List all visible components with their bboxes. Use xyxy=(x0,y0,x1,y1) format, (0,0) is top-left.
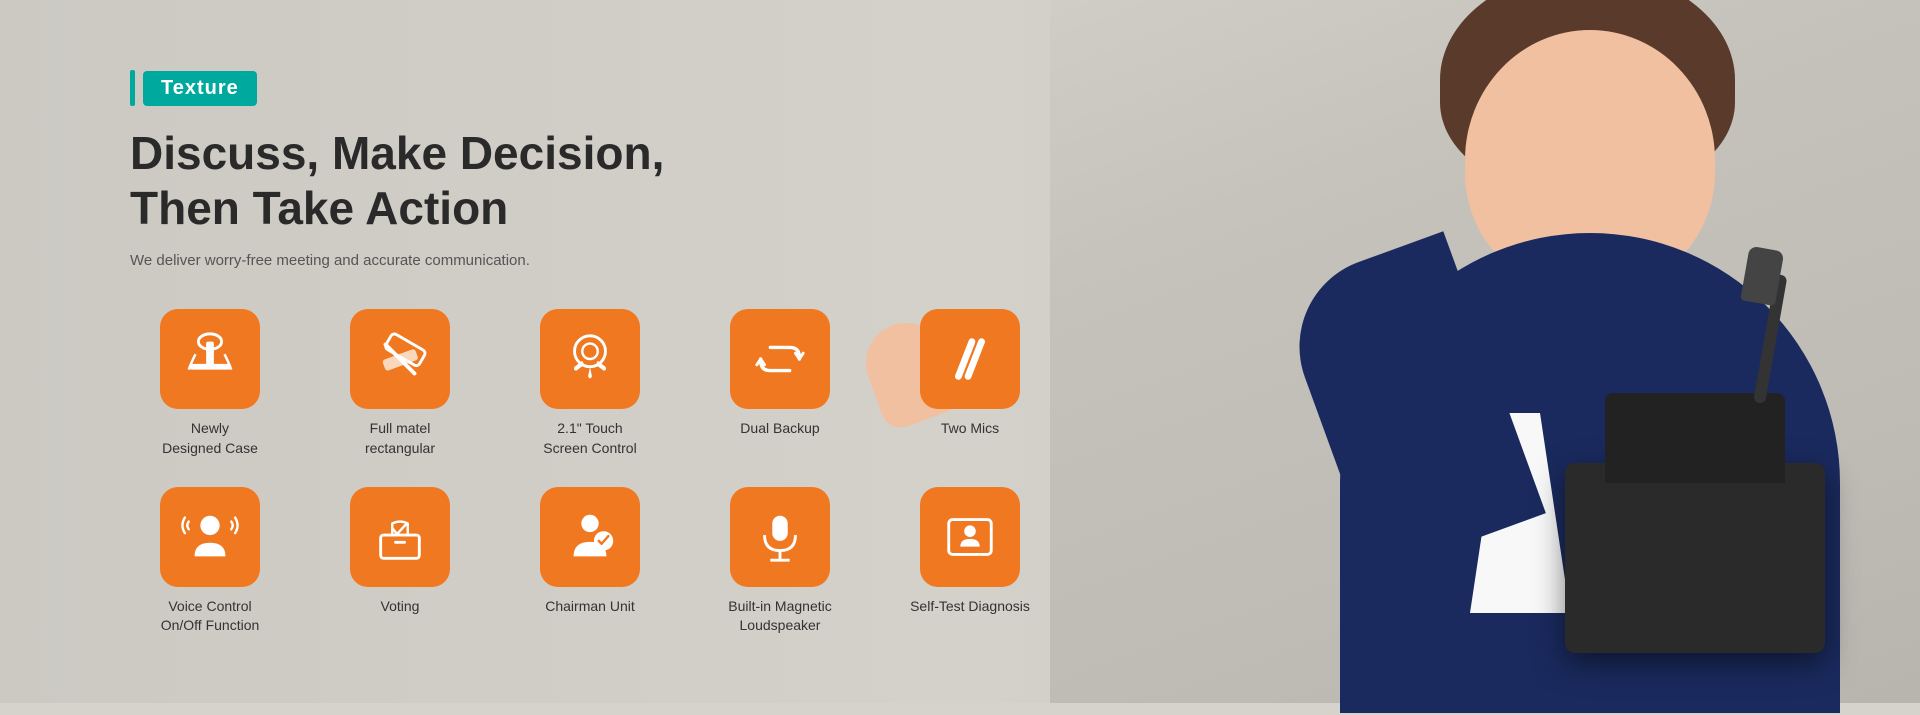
two-mics-label: Two Mics xyxy=(941,419,999,439)
voice-svg-icon xyxy=(181,508,239,566)
voice-control-icon xyxy=(160,487,260,587)
headline-line2: Then Take Action xyxy=(130,181,1080,236)
feature-built-in-speaker: Built-in MagneticLoudspeaker xyxy=(700,487,860,636)
newly-designed-case-icon xyxy=(160,309,260,409)
voice-control-label: Voice ControlOn/Off Function xyxy=(161,597,260,636)
voting-label: Voting xyxy=(381,597,420,617)
texture-bar-accent xyxy=(130,70,135,106)
feature-voice-control: Voice ControlOn/Off Function xyxy=(130,487,290,636)
mics-svg-icon xyxy=(941,330,999,388)
feature-full-matel: Full matelrectangular xyxy=(320,309,480,458)
built-in-speaker-label: Built-in MagneticLoudspeaker xyxy=(728,597,832,636)
two-mics-icon xyxy=(920,309,1020,409)
texture-label: Texture xyxy=(143,71,257,106)
chairman-unit-icon xyxy=(540,487,640,587)
touch-screen-icon xyxy=(540,309,640,409)
voting-svg-icon xyxy=(371,508,429,566)
self-test-icon xyxy=(920,487,1020,587)
hero-subtext: We deliver worry-free meeting and accura… xyxy=(130,252,1080,269)
feature-voting: Voting xyxy=(320,487,480,636)
dual-backup-label: Dual Backup xyxy=(740,419,819,439)
speaker-svg-icon xyxy=(751,508,809,566)
built-in-speaker-icon xyxy=(730,487,830,587)
chairman-unit-label: Chairman Unit xyxy=(545,597,634,617)
touch-svg-icon xyxy=(561,330,619,388)
headline-line1: Discuss, Make Decision, xyxy=(130,126,1080,181)
matel-svg-icon xyxy=(371,330,429,388)
hero-image-area xyxy=(1050,0,1920,703)
feature-two-mics: Two Mics xyxy=(890,309,1050,458)
dual-backup-icon xyxy=(730,309,830,409)
touch-screen-label: 2.1" TouchScreen Control xyxy=(543,419,636,458)
self-test-label: Self-Test Diagnosis xyxy=(910,597,1030,617)
chairman-svg-icon xyxy=(561,508,619,566)
feature-dual-backup: Dual Backup xyxy=(700,309,860,458)
main-content: Texture Discuss, Make Decision, Then Tak… xyxy=(130,70,1080,636)
feature-chairman-unit: Chairman Unit xyxy=(510,487,670,636)
full-matel-label: Full matelrectangular xyxy=(365,419,435,458)
texture-badge: Texture xyxy=(130,70,257,106)
case-svg-icon xyxy=(181,330,239,388)
hero-headline: Discuss, Make Decision, Then Take Action xyxy=(130,126,1080,236)
held-device-top xyxy=(1605,393,1785,483)
selftest-svg-icon xyxy=(941,508,999,566)
voting-icon xyxy=(350,487,450,587)
full-matel-icon xyxy=(350,309,450,409)
dual-svg-icon xyxy=(751,330,809,388)
held-device xyxy=(1565,463,1825,653)
features-grid: NewlyDesigned Case Full matelrectangular xyxy=(130,309,1080,635)
feature-newly-designed-case: NewlyDesigned Case xyxy=(130,309,290,458)
feature-touch-screen: 2.1" TouchScreen Control xyxy=(510,309,670,458)
feature-self-test: Self-Test Diagnosis xyxy=(890,487,1050,636)
newly-designed-case-label: NewlyDesigned Case xyxy=(162,419,258,458)
